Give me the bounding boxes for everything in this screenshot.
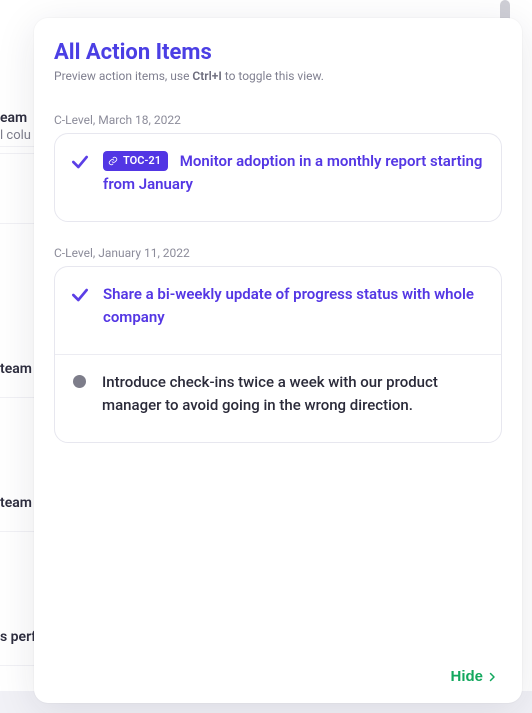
- group-label: C-Level, January 11, 2022: [54, 246, 502, 260]
- hide-button[interactable]: Hide: [448, 664, 500, 689]
- bullet-icon[interactable]: [73, 375, 86, 388]
- chevron-right-icon: [486, 671, 498, 683]
- group-label: C-Level, March 18, 2022: [54, 113, 502, 127]
- panel-subtitle-post: to toggle this view.: [222, 69, 324, 83]
- action-item-body: Share a bi-weekly update of progress sta…: [103, 283, 483, 328]
- panel-subtitle: Preview action items, use Ctrl+I to togg…: [54, 69, 502, 83]
- action-item-body: Introduce check-ins twice a week with ou…: [102, 371, 483, 416]
- panel-title: All Action Items: [54, 40, 502, 65]
- panel-subtitle-shortcut: Ctrl+I: [192, 69, 221, 83]
- checkmark-icon[interactable]: [69, 151, 91, 173]
- action-items-panel: All Action Items Preview action items, u…: [34, 18, 522, 703]
- link-icon: [108, 156, 118, 166]
- panel-footer: Hide: [54, 658, 502, 689]
- issue-tag-label: TOC-21: [123, 153, 161, 170]
- checkmark-icon[interactable]: [69, 284, 91, 306]
- action-items-card: TOC-21 Monitor adoption in a monthly rep…: [54, 133, 502, 222]
- hide-button-label: Hide: [450, 668, 483, 685]
- action-item[interactable]: Share a bi-weekly update of progress sta…: [55, 267, 501, 354]
- issue-tag[interactable]: TOC-21: [103, 151, 168, 172]
- action-item-body: TOC-21 Monitor adoption in a monthly rep…: [103, 150, 483, 195]
- action-item[interactable]: Introduce check-ins twice a week with ou…: [55, 354, 501, 442]
- action-items-card: Share a bi-weekly update of progress sta…: [54, 266, 502, 443]
- action-item-text: Share a bi-weekly update of progress sta…: [103, 285, 474, 326]
- action-item-text: Introduce check-ins twice a week with ou…: [102, 373, 438, 414]
- panel-subtitle-pre: Preview action items, use: [54, 69, 192, 83]
- action-item[interactable]: TOC-21 Monitor adoption in a monthly rep…: [55, 134, 501, 221]
